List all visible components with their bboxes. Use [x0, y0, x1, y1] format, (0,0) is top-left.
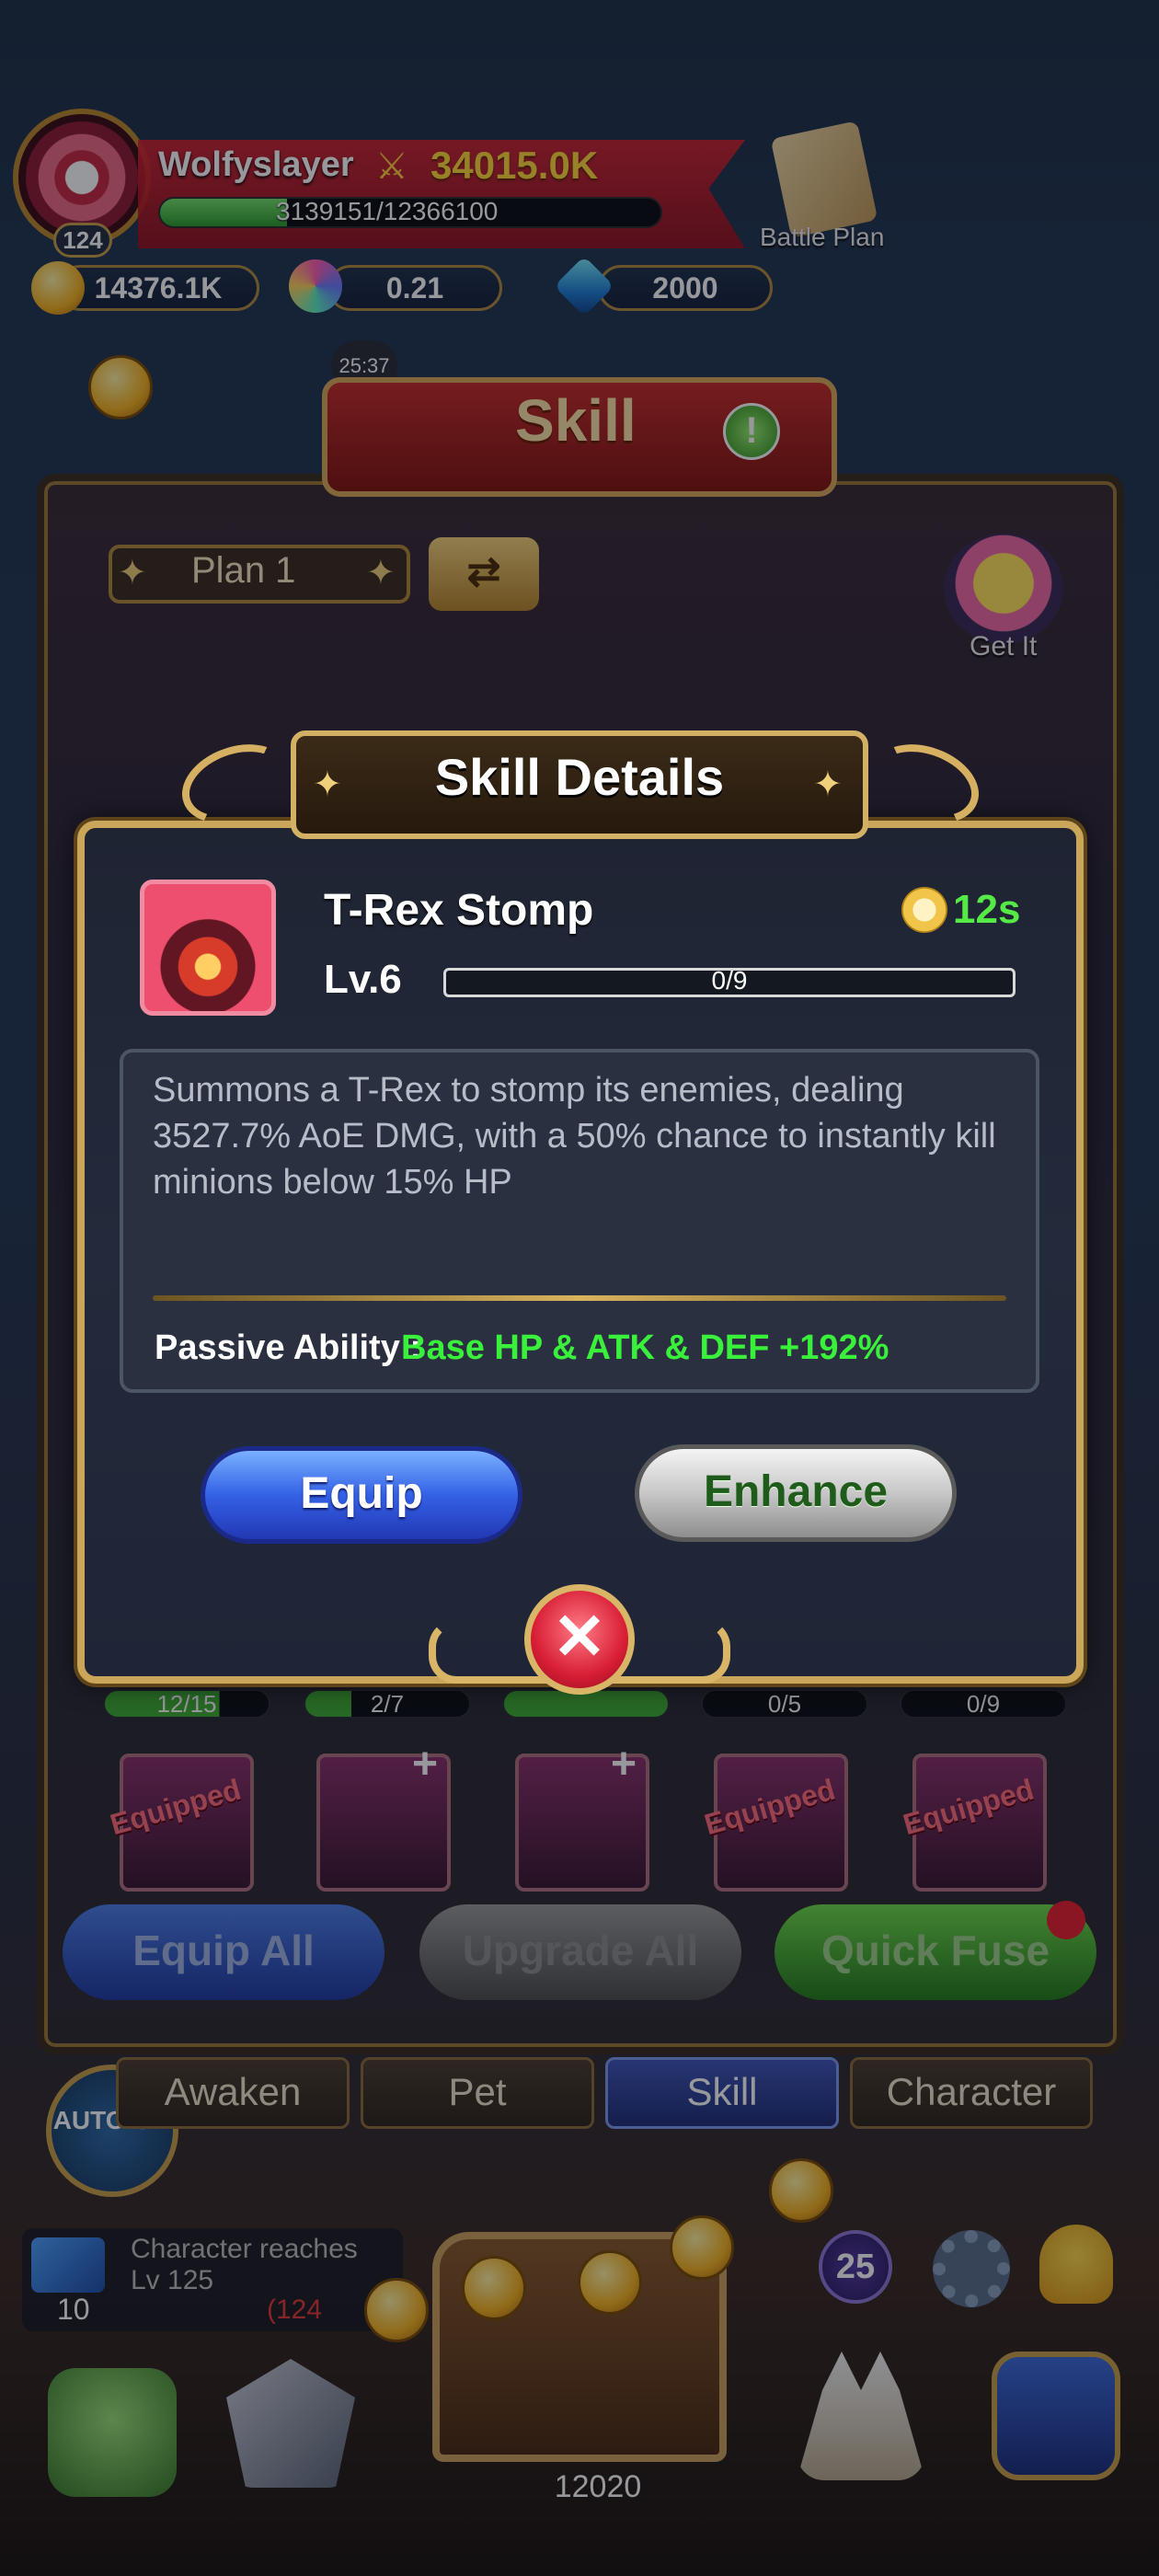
passive-ability-label: Passive Ability : [155, 1328, 422, 1367]
cooldown-value: 12s [953, 887, 1021, 932]
description-divider [153, 1295, 1006, 1301]
modal-title: Skill Details [434, 748, 725, 806]
clock-icon [901, 887, 947, 933]
enhance-button[interactable]: Enhance [635, 1444, 957, 1542]
close-button[interactable]: ✕ [524, 1584, 635, 1695]
skill-level-progress-text: 0/9 [711, 966, 748, 995]
skill-description: Summons a T-Rex to stomp its enemies, de… [153, 1071, 996, 1202]
star-right-icon: ✦ [813, 765, 843, 804]
skill-name: T-Rex Stomp [324, 886, 594, 935]
skill-level: Lv.6 [324, 957, 402, 1002]
t-rex-stomp-skill-icon [140, 880, 276, 1016]
passive-ability-value: Base HP & ATK & DEF +192% [401, 1328, 889, 1367]
equip-button[interactable]: Equip [201, 1446, 522, 1544]
